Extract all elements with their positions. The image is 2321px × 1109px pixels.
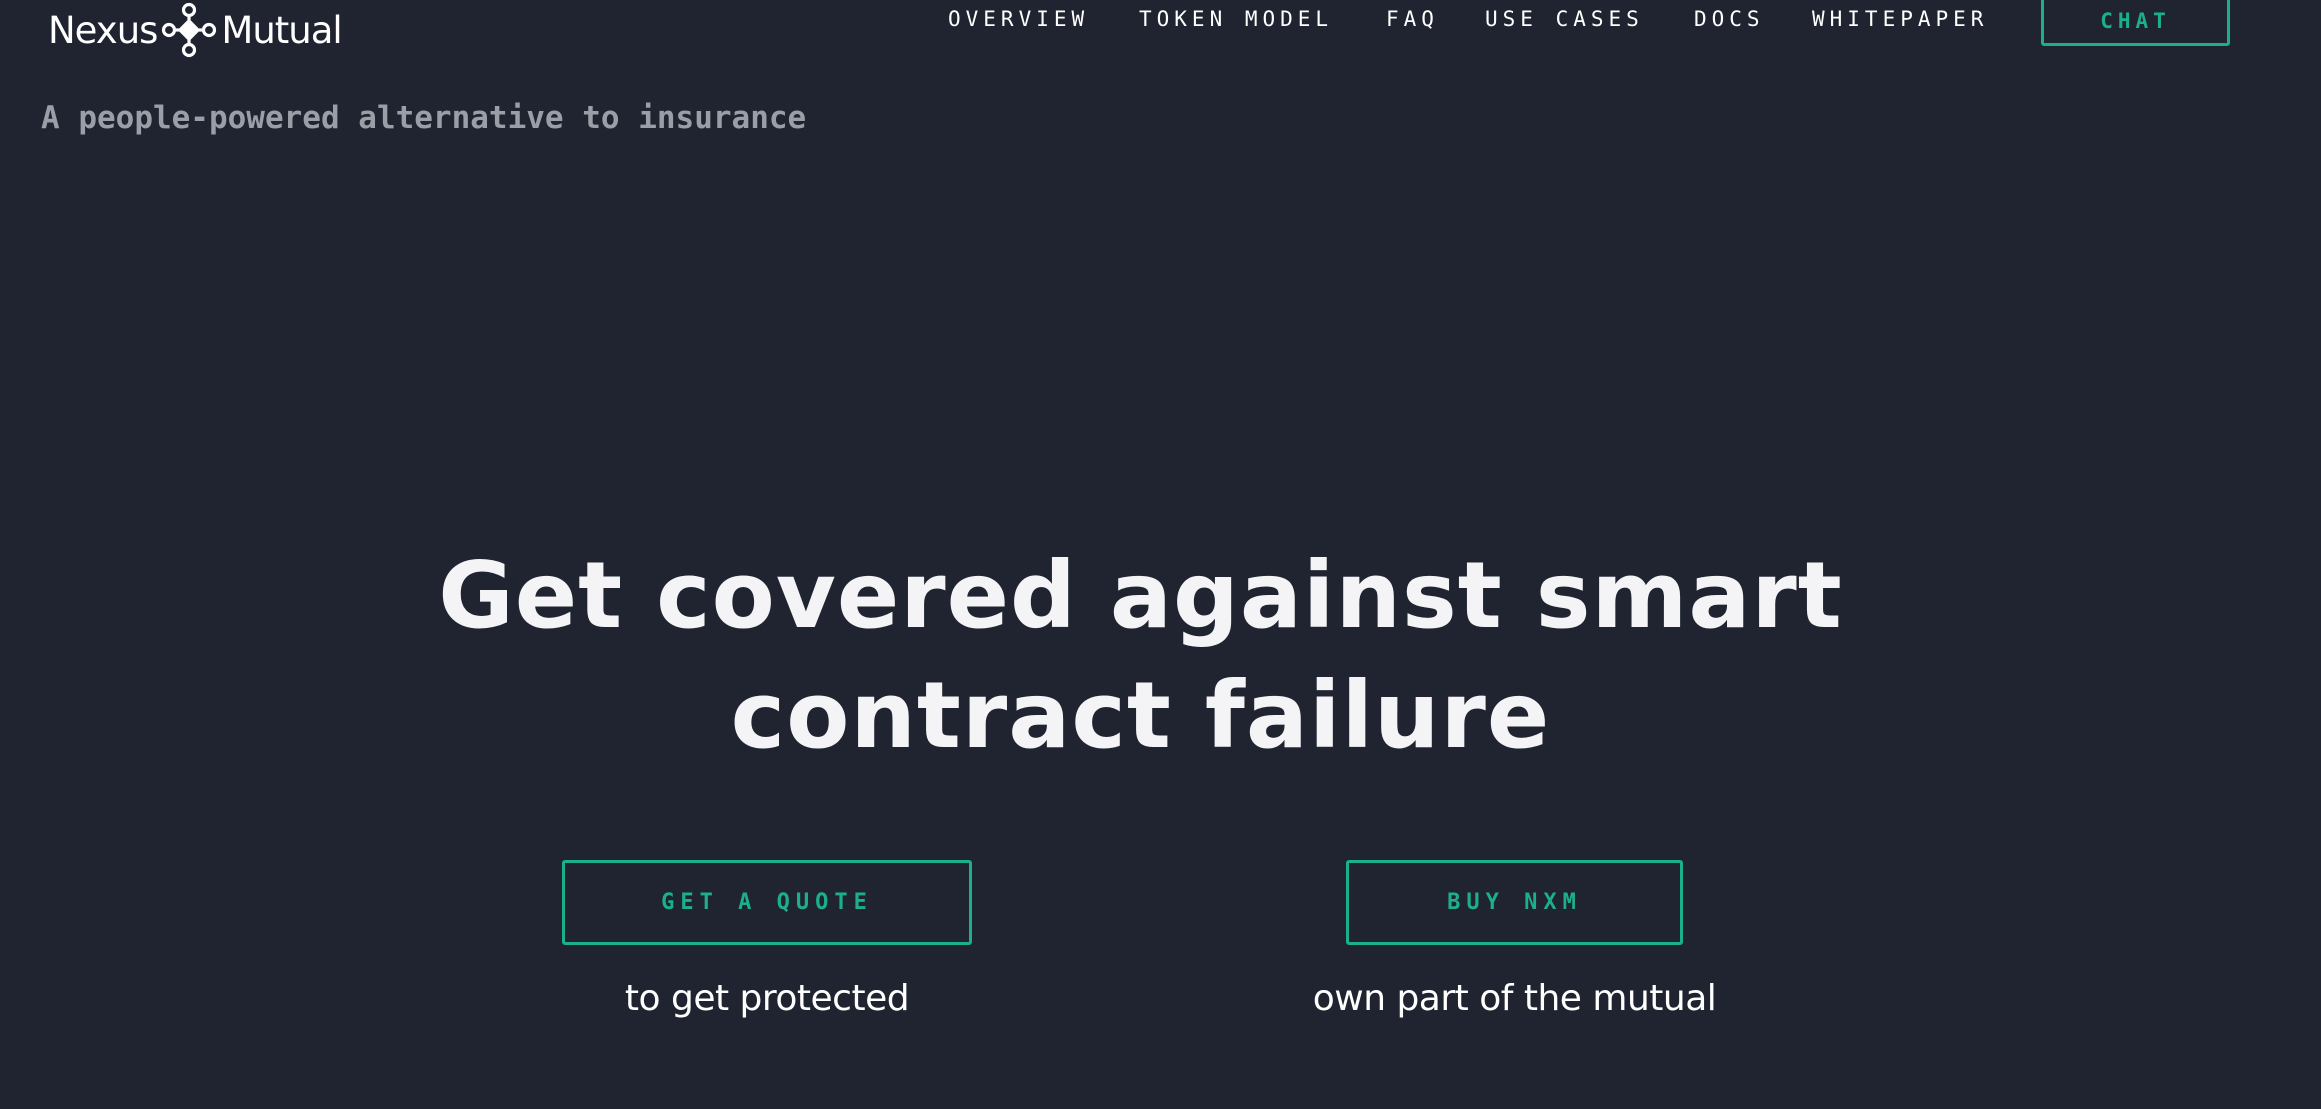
logo-text-mutual: Mutual bbox=[221, 8, 342, 52]
hero-title: Get covered against smart contract failu… bbox=[0, 536, 2281, 776]
nav-faq[interactable]: FAQ bbox=[1386, 7, 1439, 31]
nav-overview[interactable]: OVERVIEW bbox=[948, 7, 1089, 31]
get-a-quote-caption: to get protected bbox=[624, 978, 910, 1019]
logo-text-nexus: Nexus bbox=[48, 8, 158, 52]
get-a-quote-button[interactable]: GET A QUOTE bbox=[562, 860, 972, 945]
nav-token-model[interactable]: TOKEN MODEL bbox=[1139, 7, 1333, 31]
nav-whitepaper[interactable]: WHITEPAPER bbox=[1812, 7, 1988, 31]
hero-title-line-1: Get covered against smart bbox=[438, 542, 1843, 649]
logo[interactable]: Nexus Mutual bbox=[48, 0, 343, 60]
chat-button[interactable]: CHAT bbox=[2041, 0, 2230, 46]
buy-nxm-button[interactable]: BUY NXM bbox=[1346, 860, 1683, 945]
tagline: A people-powered alternative to insuranc… bbox=[41, 100, 807, 136]
buy-nxm-caption: own part of the mutual bbox=[1312, 978, 1717, 1019]
nav-use-cases[interactable]: USE CASES bbox=[1485, 7, 1644, 31]
nav-docs[interactable]: DOCS bbox=[1694, 7, 1765, 31]
hero-title-line-2: contract failure bbox=[730, 662, 1551, 769]
nexus-mutual-logo-icon bbox=[161, 2, 217, 58]
